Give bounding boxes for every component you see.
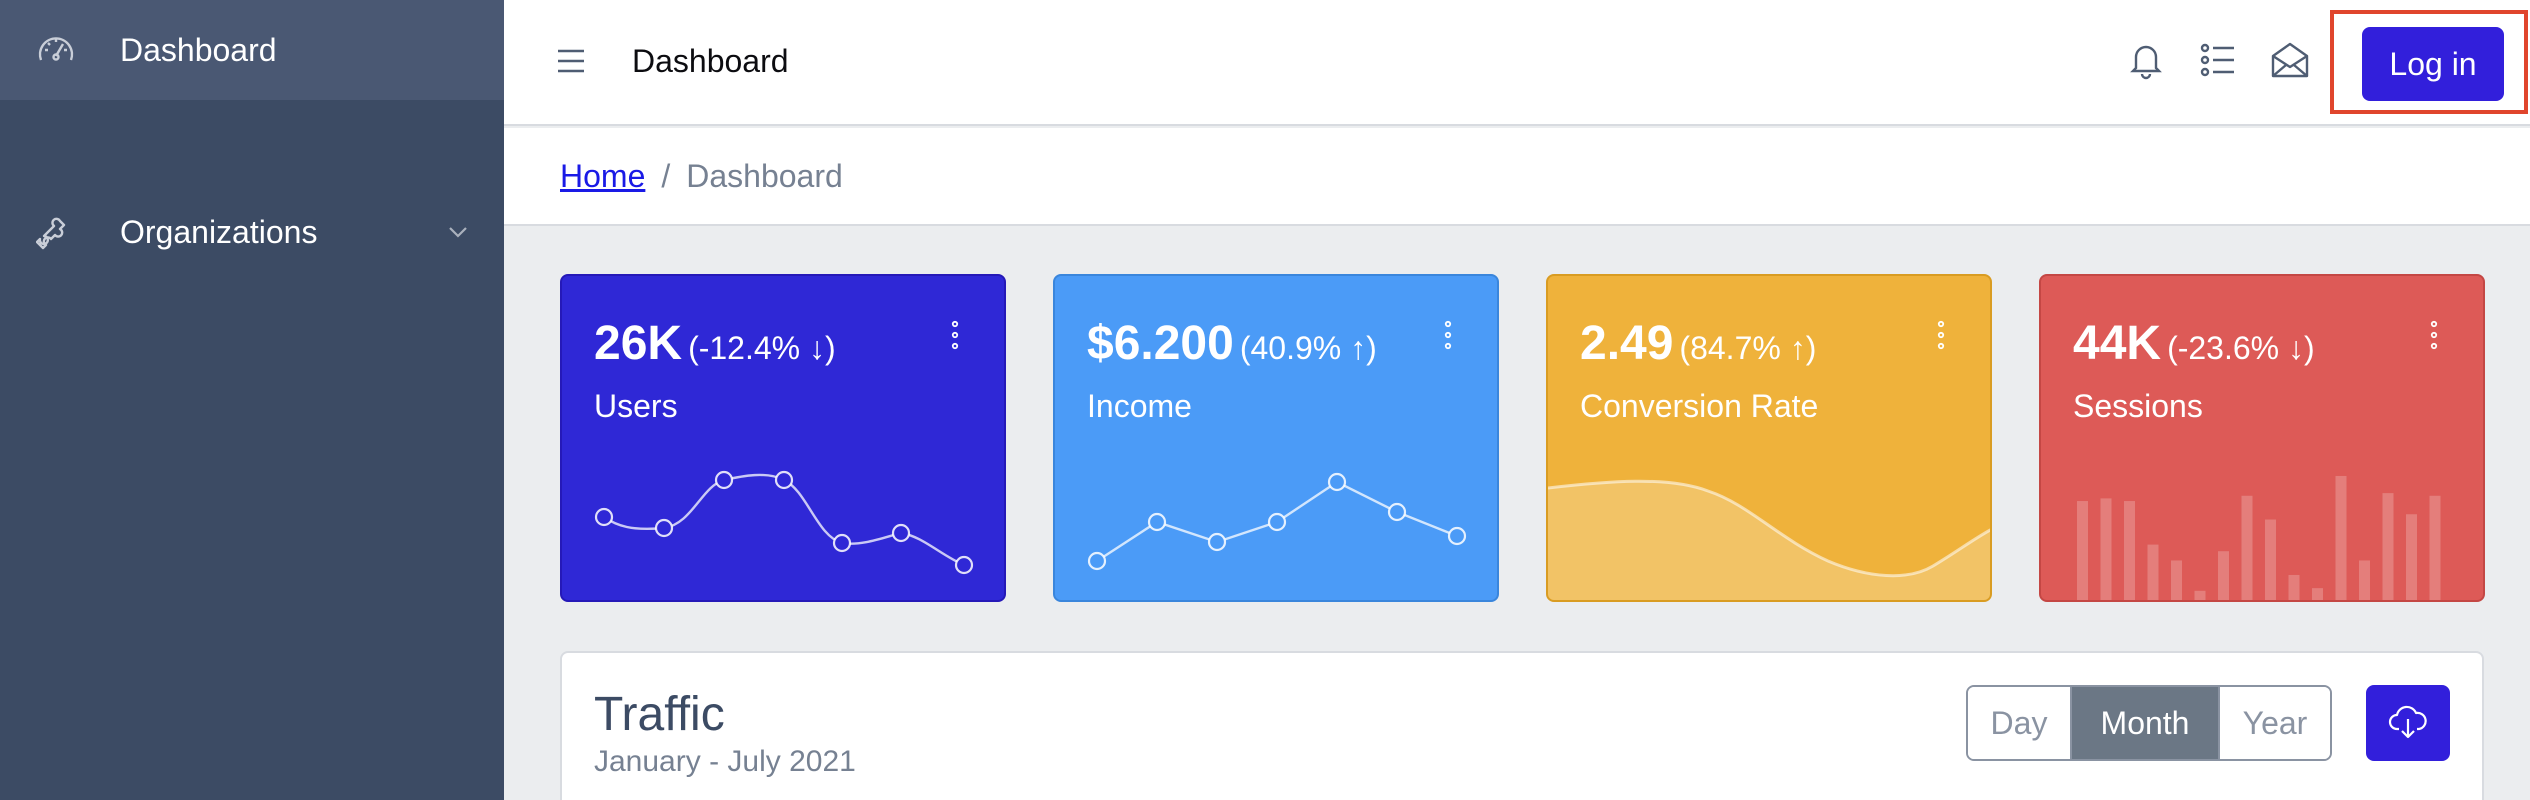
income-sparkline (1087, 472, 1467, 571)
speedometer-icon (34, 28, 78, 72)
users-sparkline (594, 470, 974, 575)
data-point (954, 555, 974, 575)
session-bar (2100, 498, 2112, 600)
sidebar-item-organizations[interactable]: Organizations (0, 182, 504, 282)
session-bar (2077, 501, 2088, 600)
data-point (832, 533, 852, 553)
header: Dashboard Log in (504, 0, 2530, 126)
panel-title: Traffic (594, 688, 725, 741)
page-title: Dashboard (632, 43, 789, 79)
sidebar-item-label: Organizations (120, 213, 318, 250)
sessions-bar-chart (2077, 475, 2441, 600)
data-point (1267, 512, 1287, 532)
bell-icon[interactable] (2124, 38, 2168, 82)
traffic-panel: Traffic January - July 2021 Day Month Ye… (560, 651, 2484, 800)
session-bar (2335, 475, 2347, 600)
period-option-month[interactable]: Month (2072, 687, 2218, 759)
session-bar (2124, 501, 2135, 600)
breadcrumb-separator: / (661, 158, 671, 194)
sidebar-item-dashboard[interactable]: Dashboard (0, 0, 504, 100)
puzzle-icon (34, 210, 78, 254)
session-bar (2382, 493, 2394, 600)
data-point (1327, 472, 1347, 492)
widget-card-users: 26K (-12.4% ↓) Users (560, 274, 1006, 602)
session-bar (2359, 560, 2370, 600)
session-bar (2241, 495, 2253, 600)
breadcrumb-current: Dashboard (686, 158, 843, 194)
widget-card-income: $6.200 (40.9% ↑) Income (1053, 274, 1499, 602)
login-highlight: Log in (2330, 10, 2528, 114)
sidebar-item-label: Dashboard (120, 31, 277, 68)
widget-card-conversion: 2.49 (84.7% ↑) Conversion Rate (1546, 274, 1992, 602)
menu-icon[interactable] (556, 46, 586, 76)
data-point (1087, 551, 1107, 571)
session-bar (2171, 560, 2182, 600)
session-bar (2406, 514, 2417, 600)
data-point (654, 518, 674, 538)
list-icon[interactable] (2196, 38, 2240, 82)
breadcrumb-home-link[interactable]: Home (560, 158, 645, 195)
session-bar (2194, 590, 2206, 600)
data-point (594, 507, 614, 527)
session-bar (2147, 544, 2159, 600)
panel-subtitle: January - July 2021 (594, 745, 856, 778)
session-bar (2218, 551, 2229, 600)
data-point (1207, 532, 1227, 552)
period-option-day[interactable]: Day (1968, 687, 2072, 759)
breadcrumb-bar: Home / Dashboard (504, 128, 2530, 226)
session-bar (2429, 495, 2441, 600)
session-bar (2288, 574, 2300, 600)
data-point (891, 523, 911, 543)
period-option-year[interactable]: Year (2218, 687, 2330, 759)
data-point (774, 470, 794, 490)
widget-card-sessions: 44K (-23.6% ↓) Sessions (2039, 274, 2485, 602)
period-toggle: Day Month Year (1966, 685, 2332, 761)
sidebar: Dashboard Organizations (0, 0, 504, 800)
session-bar (2312, 588, 2323, 600)
chevron-down-icon (449, 227, 467, 238)
session-bar (2265, 519, 2276, 600)
data-point (1447, 526, 1467, 546)
conversion-area-chart (1548, 479, 1990, 600)
cloud-download-icon (2388, 705, 2427, 739)
envelope-icon[interactable] (2268, 38, 2312, 82)
data-point (1387, 502, 1407, 522)
data-point (714, 470, 734, 490)
data-point (1147, 512, 1167, 532)
breadcrumb: Home / Dashboard (560, 158, 843, 195)
login-button[interactable]: Log in (2362, 27, 2504, 101)
download-button[interactable] (2366, 685, 2450, 761)
